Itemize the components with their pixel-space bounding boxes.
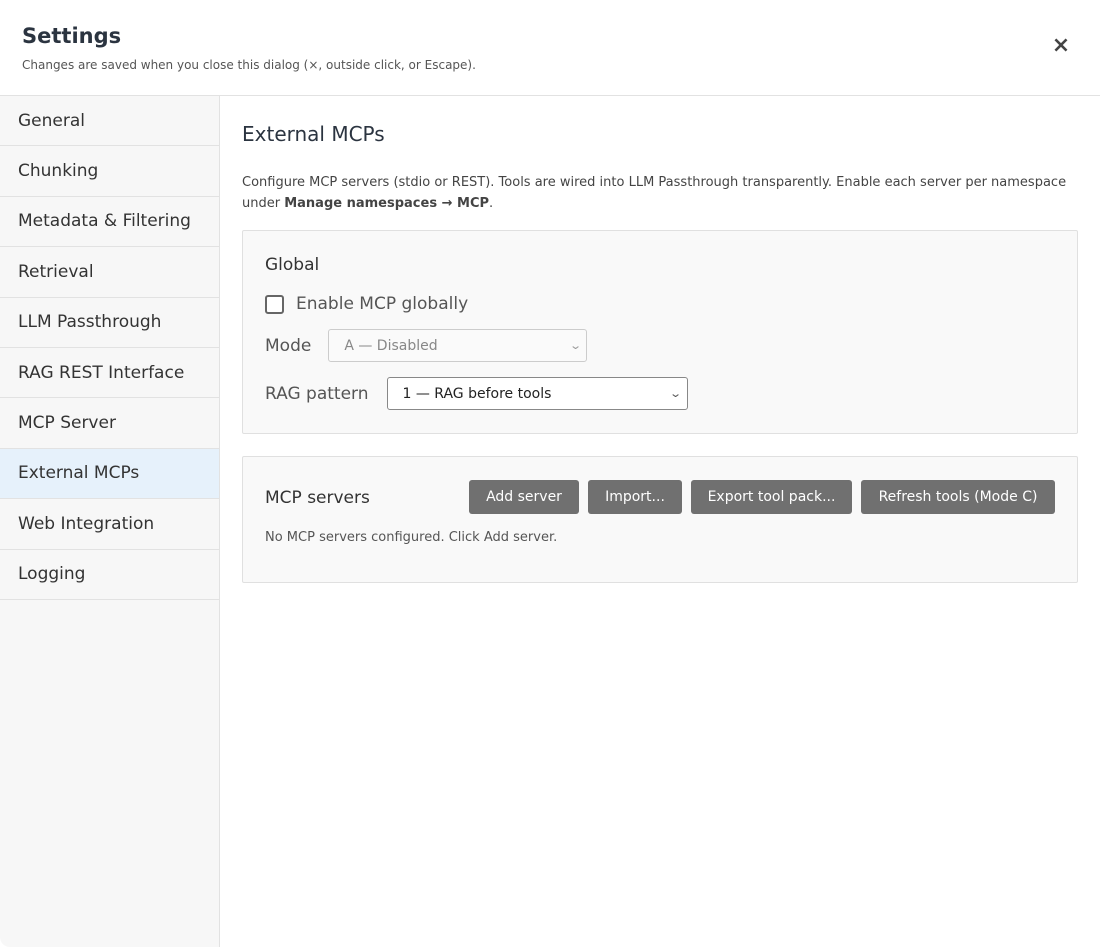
mode-row: Mode A — Disabled ⌄ xyxy=(265,329,588,362)
section-description: Configure MCP servers (stdio or REST). T… xyxy=(242,172,1087,214)
chevron-down-icon: ⌄ xyxy=(669,387,683,400)
dialog-title: Settings xyxy=(22,24,122,48)
sidebar-item-retrieval[interactable]: Retrieval xyxy=(0,247,219,298)
rag-pattern-select[interactable]: 1 — RAG before tools ⌄ xyxy=(386,377,688,410)
mode-label: Mode xyxy=(265,335,312,356)
enable-mcp-row: Enable MCP globally xyxy=(265,294,468,314)
sidebar-item-general[interactable]: General xyxy=(0,96,219,147)
chevron-down-icon: ⌄ xyxy=(569,339,583,352)
dialog-subtitle: Changes are saved when you close this di… xyxy=(22,58,476,72)
main-panel: External MCPs Configure MCP servers (std… xyxy=(220,96,1100,947)
sidebar-item-metadata-filtering[interactable]: Metadata & Filtering xyxy=(0,197,219,248)
rag-pattern-row: RAG pattern 1 — RAG before tools ⌄ xyxy=(265,377,688,410)
export-tool-pack-button[interactable]: Export tool pack... xyxy=(691,480,852,514)
refresh-tools-button[interactable]: Refresh tools (Mode C) xyxy=(861,480,1055,514)
settings-dialog: Settings Changes are saved when you clos… xyxy=(0,0,1100,947)
sidebar-item-rag-rest-interface[interactable]: RAG REST Interface xyxy=(0,348,219,399)
sidebar-item-llm-passthrough[interactable]: LLM Passthrough xyxy=(0,298,219,348)
rag-pattern-select-value: 1 — RAG before tools xyxy=(402,385,552,402)
sidebar-item-logging[interactable]: Logging xyxy=(0,550,219,600)
mcp-servers-card: MCP servers Add server Import... Export … xyxy=(242,456,1078,583)
add-server-button[interactable]: Add server xyxy=(469,480,579,514)
rag-pattern-label: RAG pattern xyxy=(265,383,369,404)
mode-select[interactable]: A — Disabled ⌄ xyxy=(328,329,588,362)
close-icon[interactable]: × xyxy=(1048,31,1074,59)
sidebar-item-external-mcps[interactable]: External MCPs xyxy=(0,448,219,500)
mode-select-value: A — Disabled xyxy=(344,337,438,354)
section-title: External MCPs xyxy=(242,122,385,146)
dialog-header: Settings Changes are saved when you clos… xyxy=(0,0,1100,96)
global-card-title: Global xyxy=(265,255,320,275)
description-end: . xyxy=(489,196,494,211)
sidebar-item-mcp-server[interactable]: MCP Server xyxy=(0,398,219,449)
sidebar-item-chunking[interactable]: Chunking xyxy=(0,146,219,197)
global-card: Global Enable MCP globally Mode A — Disa… xyxy=(242,230,1078,434)
description-link-text: Manage namespaces → MCP xyxy=(284,196,490,211)
mcp-servers-title: MCP servers xyxy=(265,488,370,508)
enable-mcp-label[interactable]: Enable MCP globally xyxy=(296,294,468,314)
import-button[interactable]: Import... xyxy=(588,480,682,514)
settings-sidebar: General Chunking Metadata & Filtering Re… xyxy=(0,96,220,947)
enable-mcp-checkbox[interactable] xyxy=(265,294,284,314)
empty-servers-message: No MCP servers configured. Click Add ser… xyxy=(265,530,558,545)
sidebar-item-web-integration[interactable]: Web Integration xyxy=(0,499,219,550)
